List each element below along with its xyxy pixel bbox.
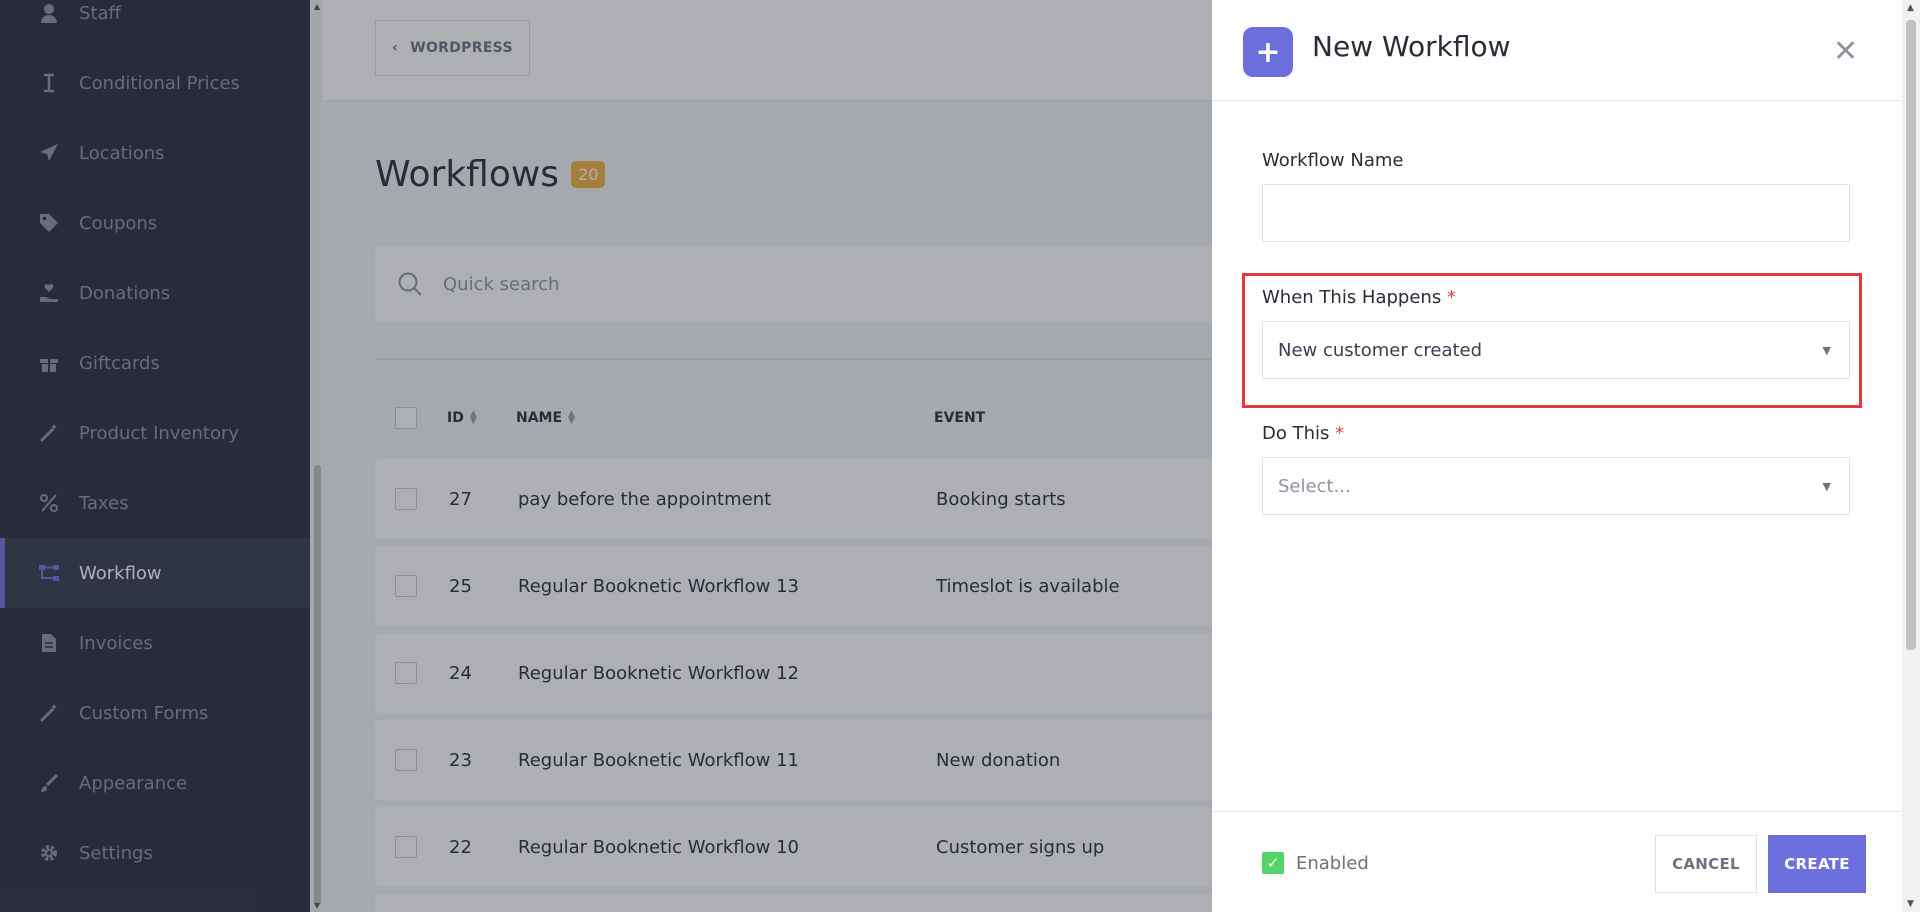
do-this-select[interactable]: Select... ▼ (1262, 457, 1850, 515)
when-this-happens-select[interactable]: New customer created ▼ (1262, 321, 1850, 379)
when-this-happens-label: When This Happens * (1262, 287, 1456, 308)
panel-footer: ✓ Enabled CANCEL CREATE (1212, 811, 1902, 912)
do-this-label: Do This * (1262, 423, 1344, 444)
dropdown-caret-icon: ▼ (1822, 343, 1831, 357)
when-selected-value: New customer created (1278, 339, 1483, 361)
do-label-text: Do This (1262, 423, 1330, 444)
scroll-down-arrow-icon[interactable]: ▼ (1907, 899, 1914, 909)
workflow-name-label: Workflow Name (1262, 150, 1404, 171)
workflow-name-field[interactable] (1262, 184, 1850, 242)
scroll-up-arrow-icon[interactable]: ▲ (1907, 3, 1914, 13)
when-label-text: When This Happens (1262, 287, 1442, 308)
cancel-button[interactable]: CANCEL (1655, 835, 1757, 893)
dropdown-caret-icon: ▼ (1822, 479, 1831, 493)
panel-scrollbar[interactable]: ▲ ▼ (1902, 0, 1920, 912)
required-asterisk: * (1335, 423, 1345, 444)
checkbox-checked-icon[interactable]: ✓ (1262, 852, 1284, 874)
plus-icon: + (1243, 27, 1293, 77)
do-placeholder: Select... (1278, 475, 1351, 497)
new-workflow-panel: + New Workflow ✕ Workflow Name When This… (1212, 0, 1902, 912)
create-button[interactable]: CREATE (1768, 835, 1866, 893)
enabled-toggle[interactable]: ✓ Enabled (1262, 852, 1369, 874)
required-asterisk: * (1446, 287, 1456, 308)
enabled-label: Enabled (1296, 852, 1369, 874)
panel-scroll-thumb[interactable] (1906, 20, 1916, 650)
panel-title: New Workflow (1312, 30, 1511, 63)
close-icon[interactable]: ✕ (1833, 34, 1858, 69)
panel-header: + New Workflow ✕ (1212, 0, 1902, 101)
